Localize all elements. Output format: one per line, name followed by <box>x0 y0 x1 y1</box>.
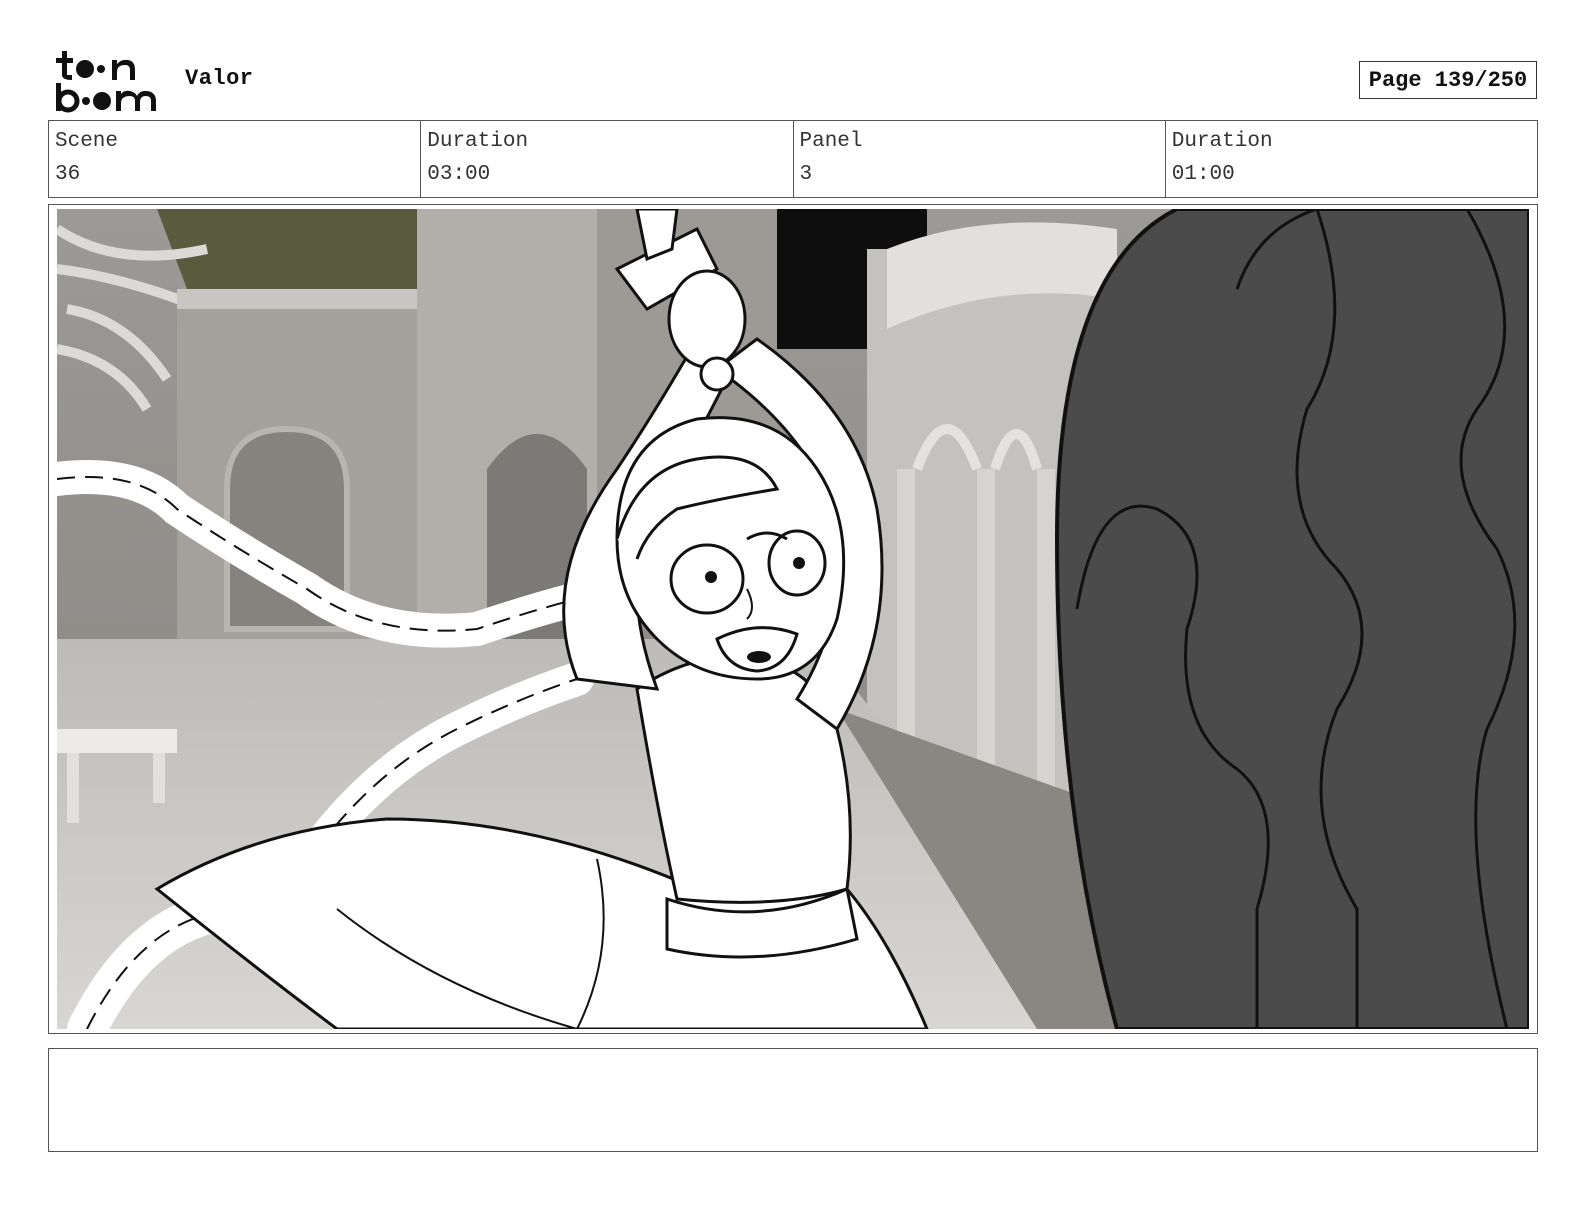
toon-boom-logo <box>50 48 166 114</box>
panel-value: 3 <box>799 163 813 186</box>
scene-label: Scene <box>55 130 119 153</box>
dark-creature <box>1054 209 1529 1029</box>
panel-cell: Panel 3 <box>792 121 1165 197</box>
character-hands <box>667 269 747 369</box>
panel-label: Panel <box>799 130 863 153</box>
scene-value: 36 <box>55 163 81 186</box>
storyboard-panel <box>48 204 1538 1034</box>
panel-notes-box <box>48 1048 1538 1152</box>
scene-duration-value: 03:00 <box>427 163 491 186</box>
panel-duration-cell: Duration 01:00 <box>1164 121 1537 197</box>
panel-duration-value: 01:00 <box>1171 163 1235 186</box>
scene-cell: Scene 36 <box>49 121 420 197</box>
scene-duration-cell: Duration 03:00 <box>420 121 792 197</box>
page-indicator: Page 139/250 <box>1359 61 1537 99</box>
scene-duration-label: Duration <box>427 130 529 153</box>
sword-pommel <box>699 356 735 392</box>
project-title: Valor <box>185 66 254 91</box>
bench <box>57 729 177 753</box>
panel-duration-label: Duration <box>1171 130 1273 153</box>
scene-info-table: Scene 36 Duration 03:00 Panel 3 Duration… <box>48 120 1538 198</box>
panel-artwork <box>57 209 1529 1029</box>
